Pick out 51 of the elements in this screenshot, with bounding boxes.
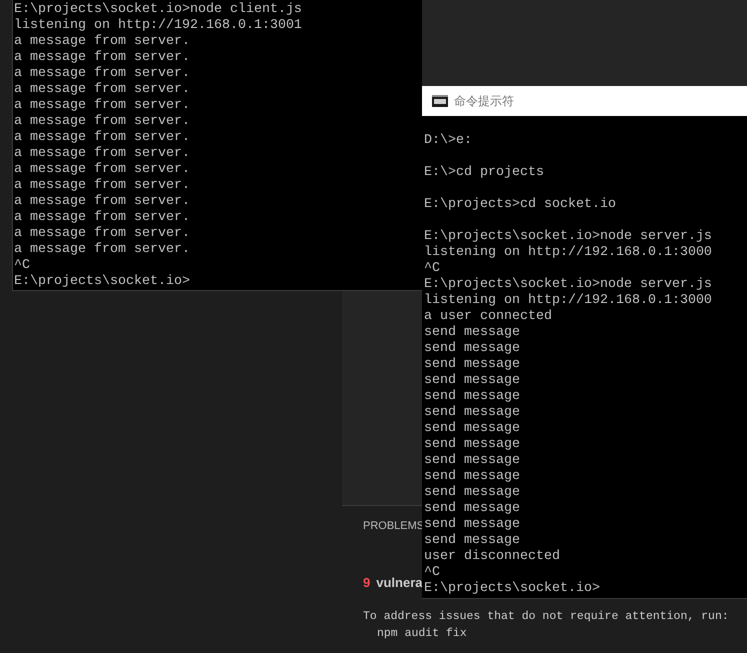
console-line: D:\>e: xyxy=(424,133,472,149)
console-line: send message xyxy=(424,533,520,549)
console-line: send message xyxy=(424,453,520,469)
console-icon xyxy=(432,95,448,107)
vulnerability-text: vulnera xyxy=(376,574,422,592)
console-line: send message xyxy=(424,437,520,453)
console-line: E:\projects\socket.io>node server.js xyxy=(424,277,712,293)
console-line: send message xyxy=(424,373,520,389)
console-line: listening on http://192.168.0.1:3000 xyxy=(424,293,712,309)
vulnerability-count: 9 xyxy=(363,574,370,592)
console-line: user disconnected xyxy=(424,549,560,565)
console-line: a message from server. xyxy=(14,98,190,114)
console-line: a message from server. xyxy=(14,226,190,242)
console-line: E:\projects>cd socket.io xyxy=(424,197,616,213)
console-line: a message from server. xyxy=(14,82,190,98)
console-line: a message from server. xyxy=(14,114,190,130)
console-line: E:\projects\socket.io>node server.js xyxy=(424,229,712,245)
console-line: send message xyxy=(424,357,520,373)
console-line: ^C xyxy=(14,258,30,274)
console-line: a message from server. xyxy=(14,50,190,66)
window-title: 命令提示符 xyxy=(454,93,514,110)
console-line: send message xyxy=(424,341,520,357)
console-line: a message from server. xyxy=(14,162,190,178)
console-line: send message xyxy=(424,421,520,437)
console-line: E:\>cd projects xyxy=(424,165,544,181)
console-line: send message xyxy=(424,405,520,421)
console-line: listening on http://192.168.0.1:3000 xyxy=(424,245,712,261)
console-line: E:\projects\socket.io>node client.js xyxy=(14,2,302,18)
console-line: send message xyxy=(424,325,520,341)
console-line: a user connected xyxy=(424,309,552,325)
console-line: send message xyxy=(424,517,520,533)
console-line: a message from server. xyxy=(14,178,190,194)
console-line: a message from server. xyxy=(14,210,190,226)
console-line: ^C xyxy=(424,261,440,277)
console-line: a message from server. xyxy=(14,242,190,258)
console-line: ^C xyxy=(424,565,440,581)
console-line: a message from server. xyxy=(14,66,190,82)
console-line: a message from server. xyxy=(14,194,190,210)
output-line: npm audit fix xyxy=(376,626,467,642)
console-line: send message xyxy=(424,389,520,405)
console-line: send message xyxy=(424,501,520,517)
console-line: send message xyxy=(424,485,520,501)
problems-tab[interactable]: PROBLEMS xyxy=(363,518,424,534)
console-line: a message from server. xyxy=(14,34,190,50)
output-line: To address issues that do not require attention, run: xyxy=(363,609,729,625)
console-line: a message from server. xyxy=(14,146,190,162)
console-line: E:\projects\socket.io> xyxy=(424,581,600,597)
console-line: listening on http://192.168.0.1:3001 xyxy=(14,18,302,34)
console-line: send message xyxy=(424,469,520,485)
console-line: a message from server. xyxy=(14,130,190,146)
console-line: E:\projects\socket.io> xyxy=(14,274,190,290)
